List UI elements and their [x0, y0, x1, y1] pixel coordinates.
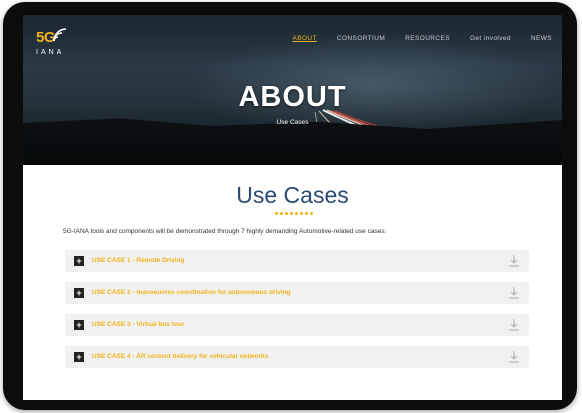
site-logo[interactable]: 5G IANA [36, 27, 86, 67]
download-icon[interactable] [508, 350, 520, 364]
divider-dot [275, 212, 278, 215]
divider-dot [305, 212, 308, 215]
plus-icon[interactable]: + [74, 320, 84, 330]
accordion-label[interactable]: USE CASE 4 - AR content delivery for veh… [92, 353, 268, 360]
download-icon[interactable] [508, 254, 520, 268]
section-title: Use Cases [236, 182, 349, 208]
nav-item-resources[interactable]: RESOURCES [395, 35, 460, 42]
accordion-item-use-case-3[interactable]: + USE CASE 3 - Virtual bus tour [65, 314, 529, 336]
plus-icon[interactable]: + [74, 256, 84, 266]
hero-title: ABOUT [238, 81, 347, 113]
plus-icon[interactable]: + [74, 352, 84, 362]
intro-text: 5G-IANA tools and components will be dem… [63, 228, 387, 235]
divider-dot [285, 212, 288, 215]
accordion-item-use-case-4[interactable]: + USE CASE 4 - AR content delivery for v… [65, 346, 529, 368]
accordion-label[interactable]: USE CASE 3 - Virtual bus tour [92, 321, 184, 328]
divider-dot [300, 212, 303, 215]
download-icon[interactable] [508, 286, 520, 300]
tablet-frame: 5G IANA ABOUT CONSORTIUM RESOURCES Get i… [3, 2, 577, 410]
divider-dot [310, 212, 313, 215]
accordion-label[interactable]: USE CASE 1 - Remote Driving [92, 257, 184, 264]
nav-item-about[interactable]: ABOUT [282, 35, 326, 42]
main-nav: ABOUT CONSORTIUM RESOURCES Get involved … [282, 35, 562, 42]
download-icon[interactable] [508, 318, 520, 332]
accordion-item-use-case-1[interactable]: + USE CASE 1 - Remote Driving [65, 250, 529, 272]
title-dots-divider [275, 212, 313, 215]
nav-item-news[interactable]: NEWS [521, 35, 562, 42]
divider-dot [280, 212, 283, 215]
nav-item-consortium[interactable]: CONSORTIUM [327, 35, 395, 42]
logo-name: IANA [36, 49, 65, 56]
divider-dot [295, 212, 298, 215]
accordion-label[interactable]: USE CASE 2 - manoeuvres coordination for… [92, 289, 291, 296]
signal-waves-icon [53, 28, 67, 42]
plus-icon[interactable]: + [74, 288, 84, 298]
divider-dot [290, 212, 293, 215]
accordion-item-use-case-2[interactable]: + USE CASE 2 - manoeuvres coordination f… [65, 282, 529, 304]
nav-item-get-involved[interactable]: Get involved [460, 35, 521, 42]
use-case-accordion: + USE CASE 1 - Remote Driving + USE CASE… [65, 250, 529, 378]
hero-banner: 5G IANA ABOUT CONSORTIUM RESOURCES Get i… [23, 15, 562, 165]
hero-subtitle: Use Cases [276, 119, 309, 126]
browser-screen: 5G IANA ABOUT CONSORTIUM RESOURCES Get i… [23, 15, 562, 400]
